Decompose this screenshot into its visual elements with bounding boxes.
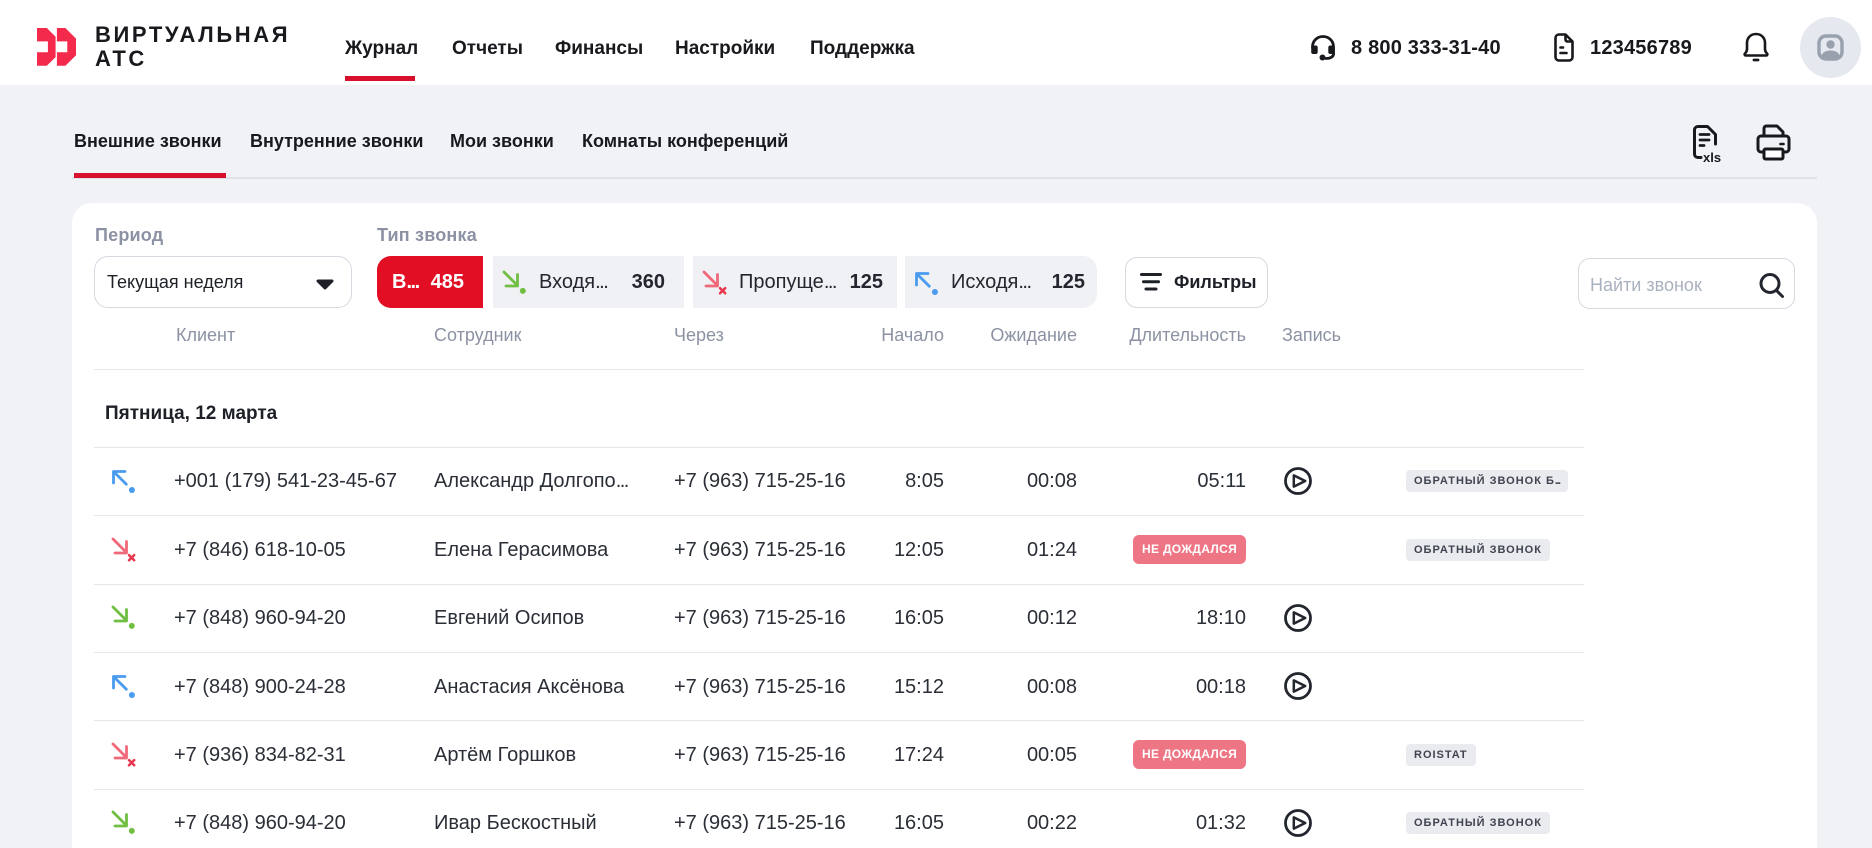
svg-text:xls: xls [1703,150,1721,164]
